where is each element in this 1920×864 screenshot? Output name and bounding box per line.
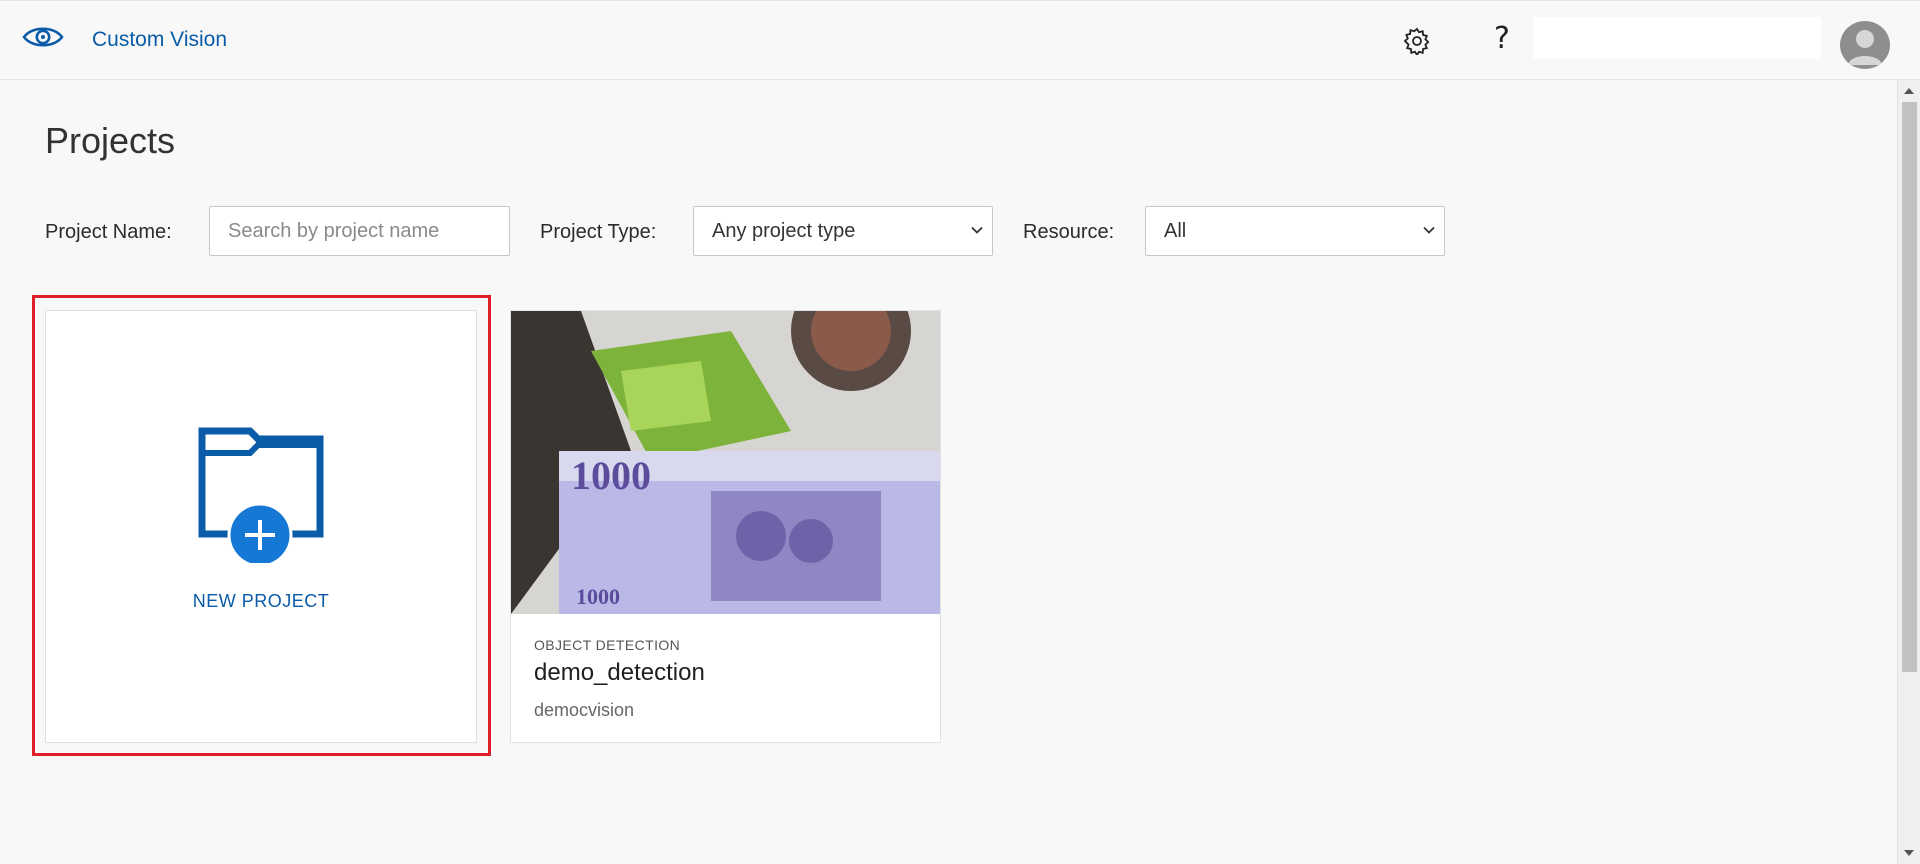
project-thumbnail-image: 1000 1000 [511, 311, 940, 614]
resource-label: Resource: [1023, 221, 1115, 243]
top-navigation-bar: Custom Vision ? [0, 0, 1920, 80]
gear-icon[interactable] [1403, 27, 1431, 55]
new-project-label: NEW PROJECT [192, 591, 330, 611]
project-resource-text: democvision [534, 700, 635, 720]
project-name-text[interactable]: demo_detection [534, 659, 705, 687]
app-name[interactable]: Custom Vision [92, 28, 227, 52]
project-type-text: OBJECT DETECTION [534, 637, 681, 653]
chevron-down-icon [1423, 226, 1435, 234]
eye-icon[interactable] [22, 23, 64, 51]
svg-text:1000: 1000 [571, 453, 651, 498]
scroll-down-arrow-icon[interactable] [1904, 850, 1914, 856]
project-card[interactable]: 1000 1000 OBJECT DETECTION demo_detectio… [510, 310, 941, 743]
chevron-down-icon [971, 226, 983, 234]
project-name-search-input[interactable] [209, 206, 510, 256]
help-icon[interactable]: ? [1494, 21, 1510, 56]
resource-select[interactable]: All [1145, 206, 1445, 256]
page-title: Projects [45, 120, 176, 161]
avatar[interactable] [1840, 21, 1890, 69]
account-name-box[interactable] [1533, 17, 1821, 59]
avatar-icon [1848, 30, 1882, 65]
project-type-select[interactable]: Any project type [693, 206, 993, 256]
new-folder-plus-icon [198, 427, 324, 563]
scrollbar-thumb[interactable] [1902, 102, 1917, 672]
resource-value: All [1164, 220, 1187, 242]
project-name-label: Project Name: [45, 221, 172, 243]
page-scrollbar[interactable] [1897, 80, 1920, 864]
scroll-up-arrow-icon[interactable] [1904, 88, 1914, 94]
svg-text:1000: 1000 [576, 584, 620, 609]
new-project-card[interactable]: NEW PROJECT [45, 310, 477, 743]
project-type-value: Any project type [712, 220, 856, 242]
project-type-label: Project Type: [540, 221, 657, 243]
